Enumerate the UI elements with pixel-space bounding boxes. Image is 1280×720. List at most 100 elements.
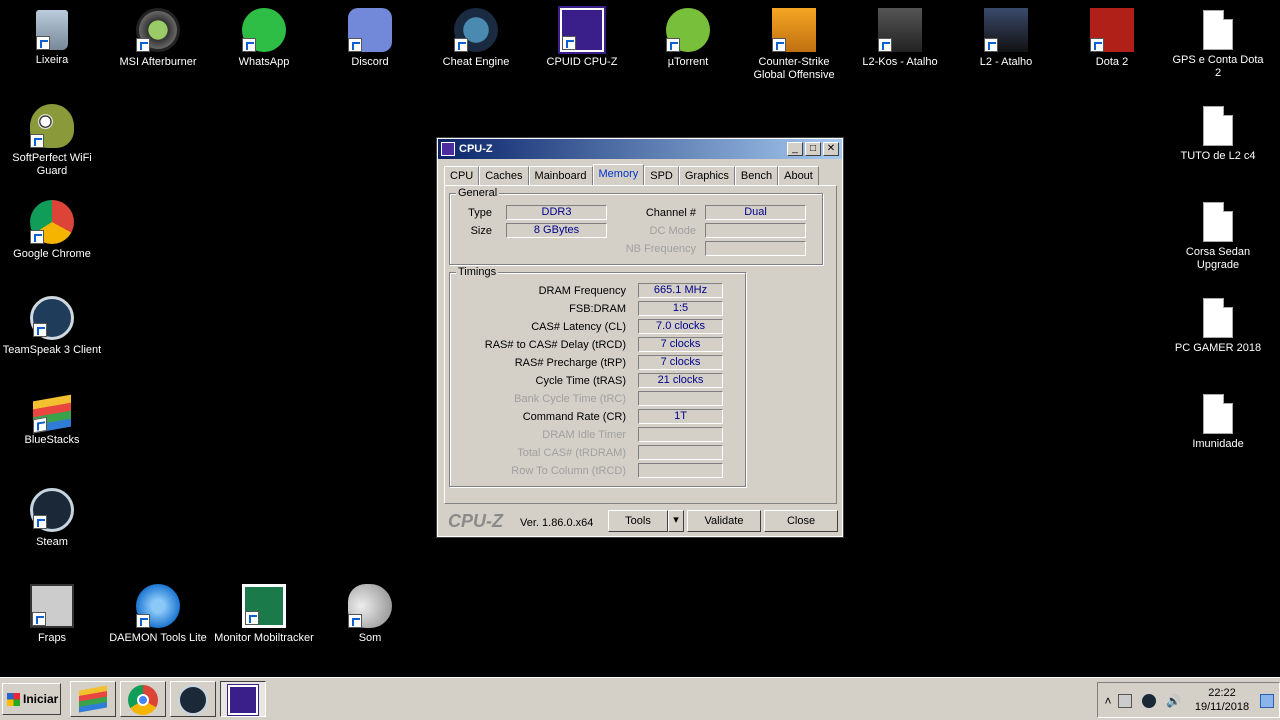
speaker-icon [348,584,392,628]
desktop-icon[interactable]: CPUID CPU-Z [532,6,632,69]
document-icon [1203,106,1233,146]
tab-mainboard[interactable]: Mainboard [528,166,593,186]
close-button[interactable]: Close [764,510,838,532]
desktop-icon[interactable]: PC GAMER 2018 [1168,296,1268,355]
timing-value: 21 clocks [638,373,723,388]
desktop-icon[interactable]: Counter-Strike Global Offensive [744,8,844,82]
desktop-icon[interactable]: Google Chrome [2,200,102,261]
taskbar-cpuz[interactable] [220,681,266,717]
taskbar-steam[interactable] [170,681,216,717]
tab-bench[interactable]: Bench [734,166,779,186]
shortcut-arrow-icon [32,612,46,626]
desktop-icon[interactable]: Steam [2,488,102,549]
title-bar[interactable]: CPU-Z _ □ ✕ [438,139,842,159]
desktop-icon[interactable]: L2-Kos - Atalho [850,8,950,69]
desktop-icon[interactable]: TeamSpeak 3 Client [2,296,102,357]
volume-icon[interactable]: 🔊 [1166,694,1181,708]
desktop-icon-label: Discord [351,56,389,68]
type-label: Type [468,207,492,219]
desktop-icon[interactable]: µTorrent [638,8,738,69]
timing-value: 7.0 clocks [638,319,723,334]
wifi-guard-icon [30,104,74,148]
tab-about[interactable]: About [778,166,819,186]
desktop-icon[interactable]: TUTO de L2 c4 [1168,104,1268,163]
dc-mode-value [705,223,806,238]
cpuz-icon [441,142,455,156]
desktop-icon[interactable]: GPS e Conta Dota 2 [1168,8,1268,80]
show-hidden-icons-chevron-icon[interactable]: ˄ [1101,694,1115,708]
document-icon [1203,10,1233,50]
tools-dropdown-arrow[interactable]: ▾ [668,510,684,532]
desktop-icon-label: Monitor Mobiltracker [214,632,314,644]
validate-button[interactable]: Validate [687,510,761,532]
desktop-icon[interactable]: BlueStacks [2,392,102,447]
start-button[interactable]: Iniciar [2,683,61,715]
desktop-icon-label: TeamSpeak 3 Client [2,344,102,356]
minimize-button[interactable]: _ [787,142,803,156]
desktop-icon[interactable]: Imunidade [1168,392,1268,451]
teamspeak-icon [30,296,74,340]
timing-value: 665.1 MHz [638,283,723,298]
desktop-icon[interactable]: Som [320,584,420,645]
tab-memory[interactable]: Memory [592,164,645,186]
shortcut-arrow-icon [36,36,50,50]
document-icon [1203,394,1233,434]
steam-tray-icon[interactable] [1142,694,1156,708]
desktop-icon[interactable]: SoftPerfect WiFi Guard [2,104,102,178]
shortcut-arrow-icon [30,230,44,244]
timing-label: Total CAS# (tRDRAM) [517,447,626,459]
document-icon [1203,202,1233,242]
whatsapp-icon [242,8,286,52]
desktop-icon-label: L2-Kos - Atalho [862,56,938,68]
timings-group: Timings DRAM Frequency 665.1 MHz FSB:DRAM 1… [449,266,746,487]
steam-icon [178,685,208,715]
timing-label: Cycle Time (tRAS) [535,375,626,387]
mobiltracker-icon [242,584,286,628]
size-value: 8 GBytes [506,223,607,238]
utorrent-icon [666,8,710,52]
msi-afterburner-icon [136,8,180,52]
desktop-icon-label: PC GAMER 2018 [1174,342,1262,354]
general-group: General Type DDR3 Size 8 GBytes Channel … [449,187,823,265]
l2-icon [984,8,1028,52]
tab-graphics[interactable]: Graphics [678,166,735,186]
tab-cpu[interactable]: CPU [444,166,480,186]
desktop-icon[interactable]: WhatsApp [214,8,314,69]
chrome-icon [128,685,158,715]
taskbar-bluestacks[interactable] [70,681,116,717]
desktop-icon[interactable]: L2 - Atalho [956,8,1056,69]
network-icon[interactable] [1118,694,1132,708]
desktop-icon-label: WhatsApp [238,56,290,68]
desktop-icon-label: Corsa Sedan Upgrade [1185,246,1251,271]
desktop-icon-label: MSI Afterburner [119,56,197,68]
desktop-icon[interactable]: Discord [320,8,420,69]
size-label: Size [470,225,492,237]
desktop-icon[interactable]: Corsa Sedan Upgrade [1168,200,1268,272]
document-icon [1203,298,1233,338]
desktop-icon[interactable]: Fraps [2,584,102,645]
clock-date: 19/11/2018 [1194,701,1250,713]
taskbar-chrome[interactable] [120,681,166,717]
desktop-icon[interactable]: MSI Afterburner [108,8,208,69]
desktop-icon[interactable]: Lixeira [2,8,102,67]
desktop-icon[interactable]: Monitor Mobiltracker [214,584,314,645]
shortcut-arrow-icon [878,38,892,52]
desktop-icon-label: Steam [36,536,68,548]
tools-button[interactable]: Tools [608,510,668,532]
clock[interactable]: 22:22 19/11/2018 [1190,686,1254,714]
maximize-button[interactable]: □ [805,142,821,156]
shortcut-arrow-icon [562,36,576,50]
desktop-icon-label: SoftPerfect WiFi Guard [12,152,92,177]
shortcut-arrow-icon [772,38,786,52]
desktop-icon[interactable]: Cheat Engine [426,8,526,69]
tab-caches[interactable]: Caches [479,166,529,186]
desktop-icon[interactable]: DAEMON Tools Lite [108,584,208,645]
shortcut-arrow-icon [30,134,44,148]
timing-label: RAS# to CAS# Delay (tRCD) [484,339,626,351]
tab-spd[interactable]: SPD [644,166,679,186]
show-desktop-icon[interactable] [1260,694,1274,708]
shortcut-arrow-icon [1090,38,1104,52]
close-window-button[interactable]: ✕ [823,142,839,156]
desktop-icon-label: DAEMON Tools Lite [109,632,207,644]
desktop-icon[interactable]: Dota 2 [1062,8,1162,69]
